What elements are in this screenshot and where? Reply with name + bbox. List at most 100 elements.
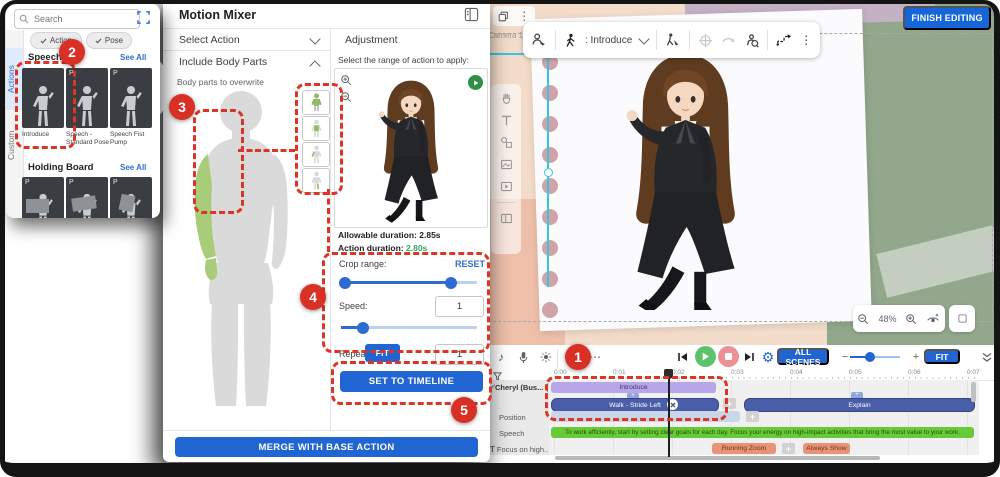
timeline-horizontal-scrollbar[interactable] (555, 456, 880, 460)
more-vertical-icon[interactable]: ⋮ (800, 34, 812, 46)
all-scenes-button[interactable]: ALL SCENES (777, 348, 829, 365)
crop-end-handle[interactable] (445, 277, 457, 289)
action-thumbnail-speech-standard[interactable]: P (66, 68, 108, 128)
text-tool-icon[interactable] (500, 114, 513, 127)
video-tool-icon[interactable] (500, 180, 513, 193)
crop-range-slider[interactable] (341, 281, 477, 284)
copy-icon[interactable] (498, 11, 509, 22)
canvas-zoom-controls[interactable]: 48% (853, 305, 945, 332)
timeline-settings-icon[interactable]: ⚙ (760, 349, 776, 365)
body-silhouette[interactable] (178, 88, 308, 418)
track-position-label[interactable]: Position (499, 413, 526, 422)
merge-with-base-action-button[interactable]: MERGE WITH BASE ACTION (175, 437, 478, 457)
annotation-step-3: 3 (169, 94, 195, 120)
action-thumbnail-introduce[interactable] (22, 68, 64, 128)
tab-actions[interactable]: Actions (6, 48, 23, 110)
stop-button[interactable] (718, 346, 739, 367)
effects-icon[interactable] (538, 349, 554, 365)
action-thumbnail-holding[interactable]: P (22, 177, 64, 218)
reset-link[interactable]: RESET (455, 259, 485, 269)
skip-end-icon[interactable] (741, 349, 757, 365)
expand-panel-icon[interactable] (137, 11, 150, 24)
clip-explain[interactable]: Explain (744, 398, 975, 412)
playhead-line[interactable] (668, 379, 670, 457)
clip-walk[interactable]: Walk - Stride Left (551, 398, 719, 412)
selection-handle[interactable] (544, 168, 553, 177)
search-box[interactable] (14, 9, 140, 29)
track-speech-label[interactable]: Speech (499, 429, 524, 438)
add-position-button[interactable]: + (746, 411, 759, 422)
playhead-handle[interactable] (664, 369, 673, 379)
play-button[interactable] (695, 346, 716, 367)
collapse-timeline-icon[interactable] (979, 349, 995, 365)
select-action-header[interactable]: Select Action (179, 34, 240, 46)
timeline-zoom-slider[interactable] (850, 356, 900, 358)
pose-filter-chip[interactable]: Pose (86, 32, 132, 49)
panel-layout-icon[interactable] (464, 7, 479, 22)
body-part-option-leg[interactable] (302, 168, 330, 193)
chevron-down-icon[interactable] (309, 33, 320, 44)
speed-slider[interactable] (341, 326, 477, 329)
clip-position[interactable] (551, 411, 740, 422)
track-badge-icon[interactable] (545, 383, 548, 392)
action-thumbnail-speech-fist[interactable]: P (110, 68, 152, 128)
see-all-speech-link[interactable]: See All (120, 53, 146, 62)
add-camera-button[interactable]: + (782, 443, 795, 454)
zoom-out-icon[interactable] (857, 313, 869, 325)
timeline-zoom-in-icon[interactable]: + (908, 349, 924, 365)
tab-custom[interactable]: Custom (6, 114, 23, 176)
edit-action-icon[interactable] (665, 32, 681, 48)
add-clip-button[interactable]: + (723, 398, 736, 409)
canvas-side-toolbar[interactable] (491, 84, 521, 254)
preview-zoom-out-icon[interactable] (340, 91, 352, 103)
character-zoom-icon[interactable] (744, 33, 759, 48)
preview-visibility-icon[interactable] (926, 313, 940, 325)
layout-tool-icon[interactable] (500, 212, 513, 225)
more-vertical-icon[interactable]: ⋮ (518, 10, 530, 22)
zoom-in-icon[interactable] (905, 313, 917, 325)
shapes-tool-icon[interactable] (500, 136, 513, 149)
repeat-fit-button[interactable]: FIT (365, 344, 400, 362)
finish-editing-button[interactable]: FINISH EDITING (903, 6, 991, 30)
body-part-option-arm[interactable] (302, 142, 330, 167)
stage-canvas[interactable]: ⋮ Camera 1 : Introduce ⋮ FINISH EDITING … (485, 4, 994, 345)
character-cheryl[interactable] (593, 48, 778, 310)
search-input[interactable] (32, 13, 120, 25)
current-action-dropdown[interactable]: : Introduce (585, 35, 632, 46)
track-character-label[interactable]: Cheryl (Bus... (492, 383, 548, 392)
music-icon[interactable]: ♪ (493, 349, 509, 365)
crop-start-handle[interactable] (339, 277, 351, 289)
clip-speech[interactable]: To work efficiently, start by setting cl… (551, 427, 974, 438)
chevron-down-icon[interactable] (639, 33, 650, 44)
clip-introduce[interactable]: Introduce (551, 382, 716, 393)
chevron-up-icon[interactable] (309, 60, 320, 71)
preview-zoom-in-icon[interactable] (340, 74, 352, 86)
preview-play-icon[interactable] (468, 75, 483, 90)
image-tool-icon[interactable] (500, 158, 513, 171)
character-action-toolbar[interactable]: : Introduce ⋮ (523, 22, 820, 58)
speed-handle[interactable] (357, 322, 369, 334)
clip-running-zoom[interactable]: Running Zoom (712, 443, 776, 454)
skip-start-icon[interactable] (675, 349, 691, 365)
include-body-parts-header[interactable]: Include Body Parts (179, 56, 267, 68)
track-camera-label[interactable]: TFocus on high... (490, 445, 548, 454)
character-swap-icon[interactable] (531, 32, 547, 48)
body-part-option-torso[interactable] (302, 116, 330, 141)
clip-always-show[interactable]: Always Show (803, 443, 850, 454)
microphone-icon[interactable] (515, 349, 531, 365)
action-preview[interactable] (334, 68, 488, 228)
set-to-timeline-button[interactable]: SET TO TIMELINE (340, 371, 483, 392)
hand-tool-icon[interactable] (500, 92, 513, 105)
adjustment-header: Adjustment (345, 34, 398, 46)
fit-canvas-button[interactable] (949, 305, 975, 332)
body-part-option-upper[interactable] (302, 90, 330, 115)
timeline-fit-button[interactable]: FIT (924, 349, 960, 364)
zoom-level[interactable]: 48% (878, 314, 896, 324)
speed-input[interactable] (435, 296, 484, 317)
timeline-vertical-scrollbar[interactable] (971, 382, 976, 402)
repeat-input[interactable] (435, 344, 484, 365)
action-thumbnail-holding[interactable]: P (66, 177, 108, 218)
motion-path-icon[interactable] (776, 33, 792, 47)
action-thumbnail-holding[interactable]: P (110, 177, 152, 218)
see-all-holding-link[interactable]: See All (120, 163, 146, 172)
